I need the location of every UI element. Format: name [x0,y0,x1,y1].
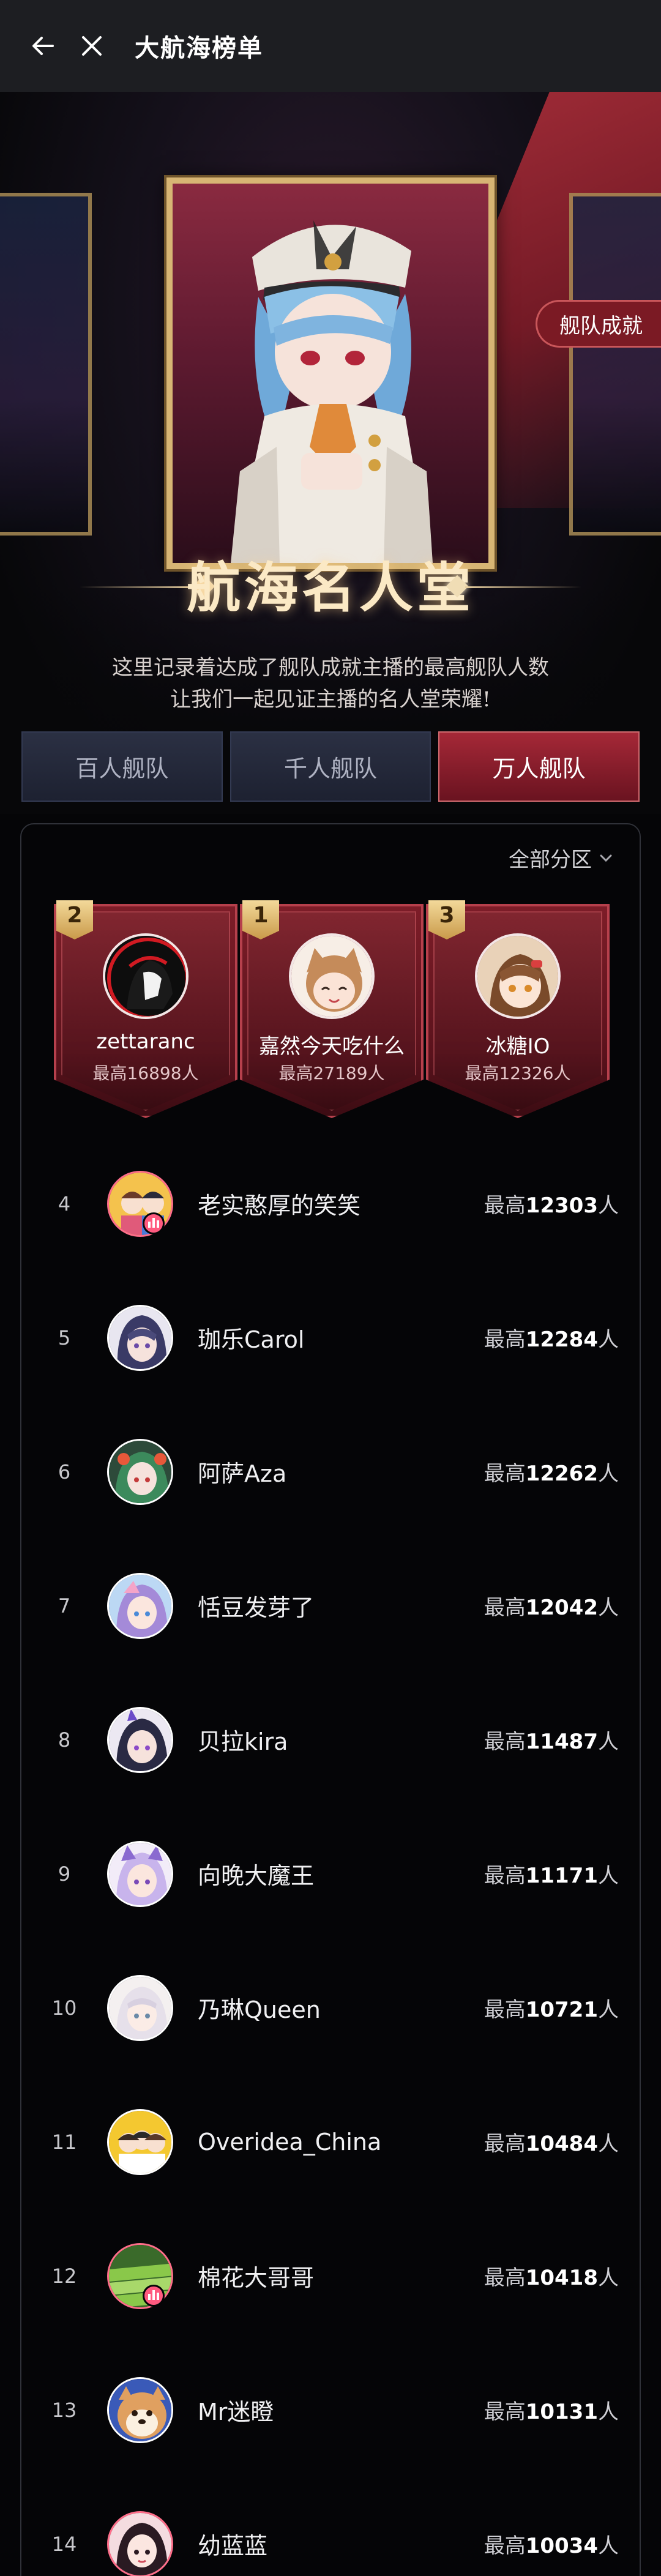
tab-hundred-fleet[interactable]: 百人舰队 [21,731,223,802]
avatar [107,1840,173,1907]
podium-rank-3[interactable]: 3 冰糖IO 最高12326人 [426,900,610,1118]
list-name: 幼蓝蓝 [198,2533,268,2559]
list-max: 最高12303人 [484,1193,619,1218]
list-rank: 4 [58,1192,71,1215]
list-item[interactable]: 8 贝拉kira 最高11487人 [21,1673,640,1807]
list-max: 最高12042人 [484,1596,619,1620]
podium-max: 最高16898人 [92,1063,199,1083]
podium-rank-1[interactable]: 1 嘉然今天吃什么 最高27189人 [240,900,424,1118]
avatar [475,933,561,1019]
list-name: 阿萨Aza [198,1460,287,1487]
hall-of-fame-banner: 舰队成就 航海名人堂 这里记录着达成了舰队成就主播的最高舰队人数 让我们一起见证… [0,92,661,814]
list-max: 最高10418人 [484,2266,619,2290]
avatar [107,1974,173,2041]
close-icon [82,36,102,56]
avatar [107,1706,173,1773]
featured-character-card [166,177,495,569]
list-rank: 14 [51,2532,77,2556]
avatar [103,933,189,1019]
list-max: 最高10721人 [484,1998,619,2022]
avatar [107,1438,173,1505]
list-max: 最高10034人 [484,2534,619,2558]
title-divider-right [465,586,581,588]
list-rank: 8 [58,1728,71,1752]
close-button[interactable] [55,0,129,92]
list-max: 最高10484人 [484,2132,619,2156]
fleet-size-tabs: 百人舰队 千人舰队 万人舰队 [21,731,640,802]
chevron-down-icon [600,854,612,862]
hero-desc-line-2: 让我们一起见证主播的名人堂荣耀! [170,687,491,712]
fleet-achievement-button[interactable]: 舰队成就 [536,300,661,348]
list-name: 恬豆发芽了 [198,1594,315,1621]
avatar [107,1572,173,1639]
list-rank: 5 [58,1326,71,1350]
avatar [107,2108,173,2175]
podium-name: 冰糖IO [485,1034,550,1059]
zone-filter-label: 全部分区 [509,848,592,872]
live-indicator-icon [143,1212,165,1234]
list-rank: 13 [51,2398,77,2422]
zone-filter-dropdown[interactable]: 全部分区 [509,843,615,873]
list-rank: 12 [51,2264,77,2288]
hall-title: 航海名人堂 [186,556,474,619]
list-item[interactable]: 11 Overidea_China 最高10484人 [21,2075,640,2209]
top-bar: 大航海榜单 [0,0,661,92]
list-rank: 6 [58,1460,71,1484]
list-max: 最高10131人 [484,2400,619,2424]
list-max: 最高12284人 [484,1327,619,1352]
list-item[interactable]: 7 恬豆发芽了 最高12042人 [21,1539,640,1673]
list-rank: 10 [51,1996,77,2020]
list-item[interactable]: 14 幼蓝蓝 最高10034人 [21,2477,640,2576]
tab-ten-thousand-fleet[interactable]: 万人舰队 [438,731,640,802]
list-rank: 9 [58,1862,71,1886]
list-item[interactable]: 13 Mr迷瞪 最高10131人 [21,2343,640,2477]
arrow-left-icon [32,37,54,55]
list-max: 最高11171人 [484,1864,619,1888]
ranking-list: 4 老实憨厚的笑笑 最高12303人 5 珈乐Carol 最高12284人 6 … [21,1137,640,2576]
list-name: 向晚大魔王 [198,1862,315,1889]
list-name: 贝拉kira [198,1728,288,1755]
podium-name: zettaranc [96,1029,195,1054]
list-name: Mr迷瞪 [198,2399,274,2425]
list-item[interactable]: 4 老实憨厚的笑笑 最高12303人 [21,1137,640,1271]
list-rank: 11 [51,2130,77,2154]
page-title: 大航海榜单 [135,34,263,62]
list-name: Overidea_China [198,2128,382,2156]
list-item[interactable]: 5 珈乐Carol 最高12284人 [21,1271,640,1405]
list-item[interactable]: 6 阿萨Aza 最高12262人 [21,1405,640,1539]
list-name: 珈乐Carol [198,1326,305,1353]
character-illustration [231,220,433,563]
list-name: 老实憨厚的笑笑 [198,1192,361,1219]
avatar [107,2376,173,2443]
podium-rank-2[interactable]: 2 zettaranc 最高16898人 [54,900,237,1118]
list-max: 最高12262人 [484,1462,619,1486]
list-rank: 7 [58,1594,71,1618]
ranking-panel: 全部分区 2 zettaranc 最高16898人 1 嘉然今天吃什么 最高27… [20,823,641,2576]
podium-name: 嘉然今天吃什么 [259,1034,405,1059]
avatar [107,2511,173,2576]
list-name: 乃琳Queen [198,1996,321,2023]
avatar [107,1304,173,1371]
podium-max: 最高12326人 [465,1063,571,1083]
list-item[interactable]: 9 向晚大魔王 最高11171人 [21,1807,640,1941]
list-max: 最高11487人 [484,1730,619,1754]
list-item[interactable]: 12 棉花大哥哥 最高10418人 [21,2209,640,2343]
list-item[interactable]: 10 乃琳Queen 最高10721人 [21,1941,640,2075]
list-name: 棉花大哥哥 [198,2264,315,2291]
tab-thousand-fleet[interactable]: 千人舰队 [230,731,431,802]
side-card-left [0,193,92,536]
live-indicator-icon [143,2285,165,2307]
side-card-right [569,193,661,536]
hero-description: 这里记录着达成了舰队成就主播的最高舰队人数 让我们一起见证主播的名人堂荣耀! [0,652,661,715]
hero-desc-line-1: 这里记录着达成了舰队成就主播的最高舰队人数 [112,655,549,680]
podium-max: 最高27189人 [278,1063,385,1083]
avatar [289,933,375,1019]
